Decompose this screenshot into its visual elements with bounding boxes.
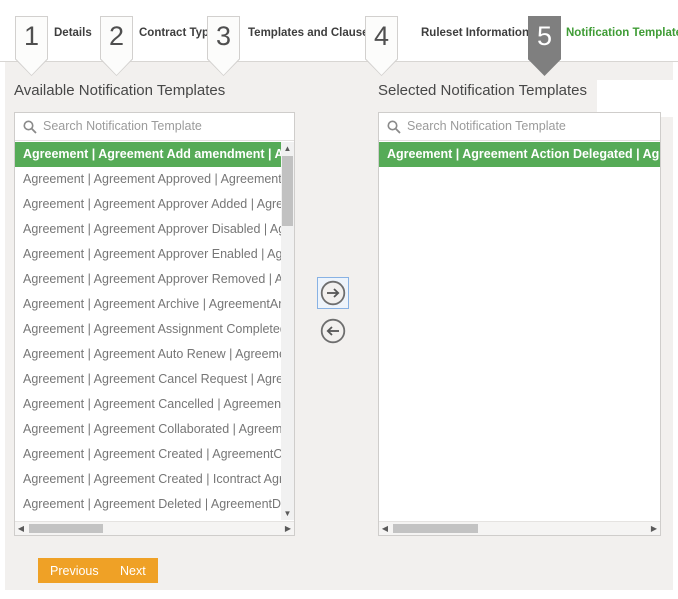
vertical-scroll-thumb[interactable] [282, 156, 293, 226]
selected-templates-listbox: Agreement | Agreement Action Delegated |… [378, 112, 661, 536]
available-templates-list: Agreement | Agreement Add amendment | Ag… [15, 142, 281, 520]
step-number: 5 [528, 21, 561, 52]
move-right-button[interactable] [317, 277, 349, 309]
horizontal-scroll-thumb[interactable] [29, 524, 103, 533]
list-item[interactable]: Agreement | Agreement Approver Added | A… [15, 192, 281, 217]
scroll-right-icon[interactable]: ▶ [648, 522, 660, 535]
list-item[interactable]: Agreement | Agreement Cancel Request | A… [15, 367, 281, 392]
step-label: Templates and Clauses [248, 27, 375, 39]
horizontal-scroll-thumb[interactable] [393, 524, 478, 533]
step-label: Contract Type [139, 27, 215, 39]
list-item[interactable]: Agreement | Agreement Approver Disabled … [15, 217, 281, 242]
list-item[interactable]: Agreement | Agreement Created | Icontrac… [15, 467, 281, 492]
list-item[interactable]: Agreement | Agreement Collaborated | Agr… [15, 417, 281, 442]
scroll-right-icon[interactable]: ▶ [282, 522, 294, 535]
list-item[interactable]: Agreement | Agreement Approved | Agreeme… [15, 167, 281, 192]
list-item[interactable]: Agreement | Agreement Add amendment | Ag… [15, 142, 281, 167]
scroll-up-icon[interactable]: ▲ [281, 142, 294, 155]
available-templates-title: Available Notification Templates [14, 82, 225, 99]
content-panel: Available Notification Templates Selecte… [5, 62, 673, 590]
search-icon [387, 120, 401, 134]
move-left-button[interactable] [320, 318, 346, 344]
list-item[interactable]: Agreement | Agreement Deleted | Agreemen… [15, 492, 281, 517]
selected-templates-list: Agreement | Agreement Action Delegated |… [379, 142, 660, 520]
list-item[interactable]: Agreement | Agreement Action Delegated |… [379, 142, 660, 167]
step-number: 1 [15, 21, 48, 52]
list-item[interactable]: Agreement | Agreement Assignment Complet… [15, 317, 281, 342]
selected-search-row [379, 113, 660, 141]
available-templates-listbox: Agreement | Agreement Add amendment | Ag… [14, 112, 295, 536]
horizontal-scrollbar[interactable]: ◀ ▶ [379, 521, 660, 535]
selected-search-input[interactable] [407, 113, 656, 139]
scroll-down-icon[interactable]: ▼ [281, 507, 294, 520]
scroll-left-icon[interactable]: ◀ [15, 522, 27, 535]
horizontal-scrollbar[interactable]: ◀ ▶ [15, 521, 294, 535]
vertical-scrollbar[interactable]: ▲ ▼ [281, 142, 294, 520]
list-item[interactable]: Agreement | Agreement Archive | Agreemen… [15, 292, 281, 317]
right-arrow-icon [320, 280, 346, 306]
step-label: Ruleset Information [421, 27, 529, 39]
wizard-steps-bar: 1 Details 2 Contract Type3 Templates and Cla… [0, 0, 678, 62]
list-item[interactable]: Agreement | Agreement Approver Removed |… [15, 267, 281, 292]
next-button[interactable]: Next [108, 558, 158, 583]
step-label: Notification Templates [566, 27, 678, 39]
step-label: Details [54, 27, 92, 39]
step-number: 4 [365, 21, 398, 52]
available-search-input[interactable] [43, 113, 290, 139]
list-item[interactable]: Agreement | Agreement Cancelled | Agreem… [15, 392, 281, 417]
left-arrow-icon [320, 318, 346, 344]
available-search-row [15, 113, 294, 141]
scroll-left-icon[interactable]: ◀ [379, 522, 391, 535]
search-icon [23, 120, 37, 134]
list-item[interactable]: Agreement | Agreement Approver Enabled |… [15, 242, 281, 267]
list-item[interactable]: Agreement | Agreement Auto Renew | Agree… [15, 342, 281, 367]
list-item[interactable]: Agreement | Agreement Created | Agreemen… [15, 442, 281, 467]
step-number: 2 [100, 21, 133, 52]
previous-button[interactable]: Previous [38, 558, 111, 583]
selected-templates-title: Selected Notification Templates [378, 82, 587, 99]
step-number: 3 [207, 21, 240, 52]
